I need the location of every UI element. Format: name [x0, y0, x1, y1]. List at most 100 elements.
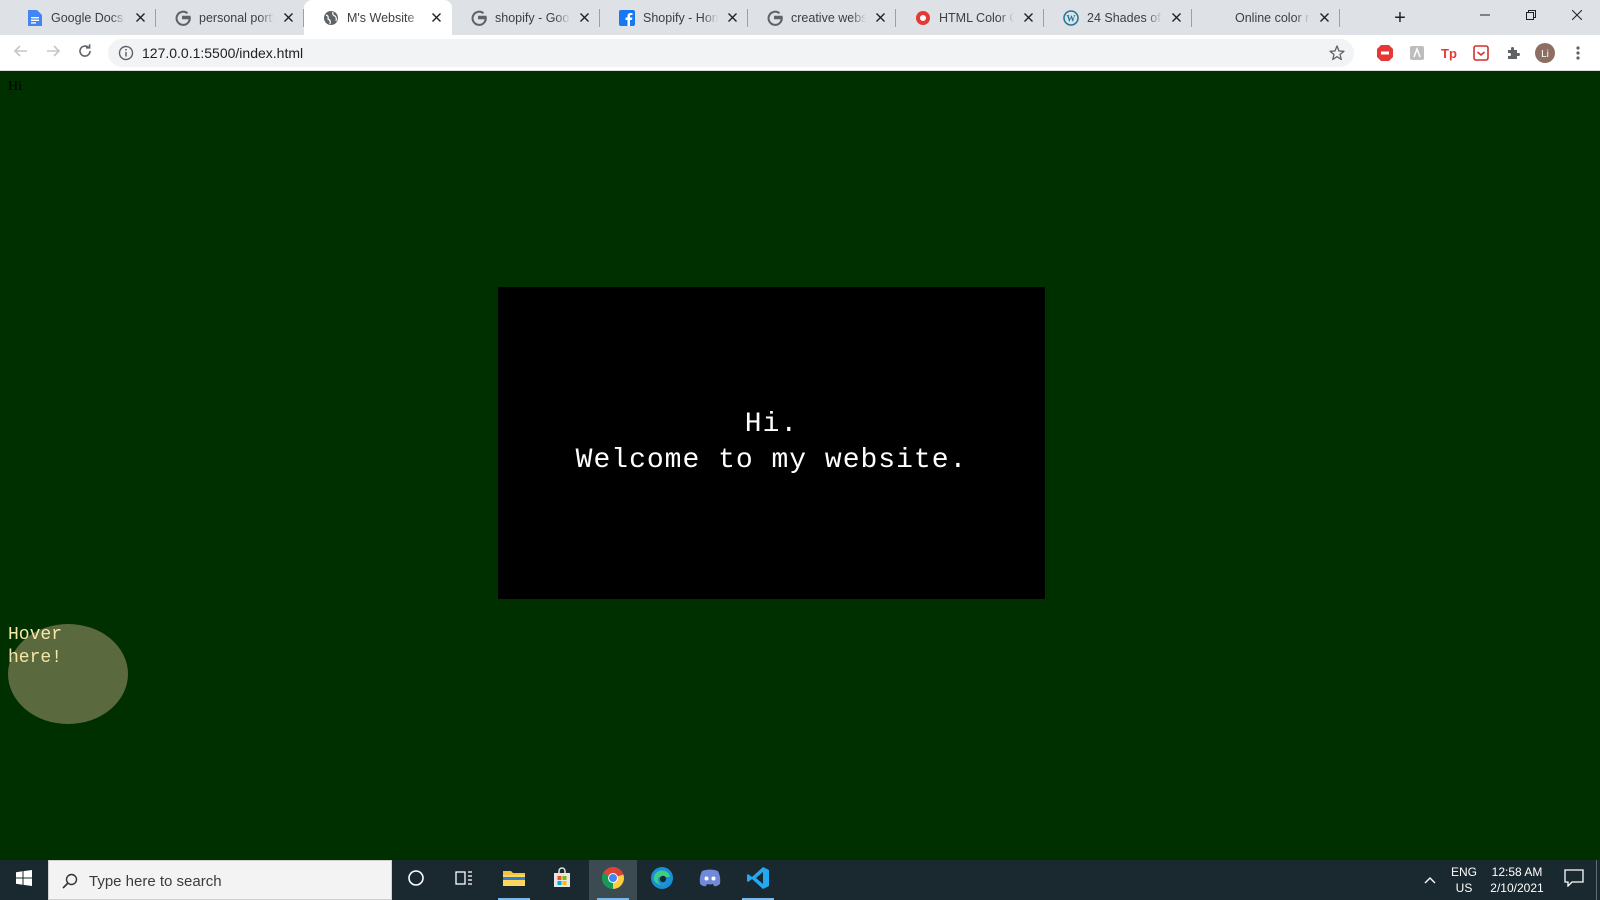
- tab-strip: Google Docs personal portfolio M's Website…: [0, 0, 1600, 35]
- facebook-icon: [619, 9, 635, 26]
- profile-avatar[interactable]: Li: [1535, 43, 1555, 63]
- taskbar-microsoft-store[interactable]: [538, 860, 586, 900]
- close-tab-icon[interactable]: [428, 10, 444, 26]
- google-docs-icon: [27, 9, 43, 26]
- pocket-extension-icon[interactable]: [1471, 43, 1491, 63]
- extensions-puzzle-icon[interactable]: [1503, 43, 1523, 63]
- back-arrow-icon: [13, 43, 29, 64]
- notification-icon: [1564, 868, 1584, 892]
- browser-tab[interactable]: M's Website: [304, 0, 452, 35]
- address-bar[interactable]: 127.0.0.1:5500/index.html: [108, 39, 1354, 67]
- keyboard-layout: US: [1455, 881, 1473, 895]
- tray-overflow-chevron[interactable]: [1420, 870, 1440, 890]
- browser-tab[interactable]: Shopify - Home: [600, 0, 748, 35]
- action-center-button[interactable]: [1554, 860, 1594, 900]
- tab-title: 24 Shades of Green: [1087, 10, 1162, 25]
- tab-title: Google Docs: [51, 10, 124, 25]
- cortana-circle-icon: [407, 869, 425, 892]
- back-button[interactable]: [8, 40, 34, 66]
- tp-extension-icon[interactable]: Tp: [1439, 43, 1459, 63]
- close-tab-icon[interactable]: [132, 10, 148, 26]
- vscode-icon: [746, 866, 770, 895]
- search-placeholder: Type here to search: [89, 873, 222, 890]
- taskbar-vscode[interactable]: [734, 860, 782, 900]
- close-window-button[interactable]: [1554, 0, 1600, 30]
- task-view-icon: [455, 869, 473, 892]
- tab-title: shopify - Google Search: [495, 10, 570, 25]
- new-tab-button[interactable]: +: [1388, 6, 1412, 30]
- minimize-button[interactable]: [1462, 0, 1508, 30]
- welcome-box: Hi. Welcome to my website.: [498, 287, 1045, 599]
- system-clock[interactable]: 12:58 AM 2/10/2021: [1484, 864, 1550, 896]
- extension-gray-icon[interactable]: [1407, 43, 1427, 63]
- browser-tab[interactable]: shopify - Google Search: [452, 0, 600, 35]
- profile-initial: Li: [1541, 49, 1549, 60]
- bookmark-star-icon[interactable]: [1328, 44, 1346, 62]
- cortana-button[interactable]: [392, 860, 440, 900]
- welcome-message: Welcome to my website.: [575, 445, 968, 476]
- tab-title: HTML Color Codes: [939, 10, 1014, 25]
- show-desktop-button[interactable]: [1596, 860, 1600, 900]
- browser-tab[interactable]: Online color mixer: [1192, 0, 1340, 35]
- close-tab-icon[interactable]: [576, 10, 592, 26]
- browser-tab[interactable]: Google Docs: [8, 0, 156, 35]
- search-icon: [61, 872, 79, 890]
- hover-label[interactable]: Hover here!: [8, 624, 78, 670]
- browser-tab[interactable]: HTML Color Codes: [896, 0, 1044, 35]
- folder-icon: [502, 868, 526, 893]
- globe-icon: [323, 10, 339, 26]
- close-tab-icon[interactable]: [1316, 10, 1332, 26]
- windows-logo-icon: [16, 869, 32, 891]
- close-tab-icon[interactable]: [280, 10, 296, 26]
- close-tab-icon[interactable]: [724, 10, 740, 26]
- language-indicator[interactable]: ENG US: [1446, 864, 1482, 896]
- google-icon: [471, 10, 487, 26]
- chrome-menu-icon[interactable]: [1568, 43, 1588, 63]
- browser-tab[interactable]: W 24 Shades of Green: [1044, 0, 1192, 35]
- info-icon[interactable]: [118, 45, 134, 61]
- forward-arrow-icon: [45, 43, 61, 64]
- reload-icon: [77, 43, 93, 64]
- tab-title: M's Website: [347, 10, 415, 25]
- google-icon: [175, 10, 191, 26]
- discord-icon: [698, 868, 722, 893]
- task-view-button[interactable]: [440, 860, 488, 900]
- svg-text:Tp: Tp: [1441, 46, 1457, 61]
- taskbar-discord[interactable]: [686, 860, 734, 900]
- tab-title: Shopify - Home: [643, 10, 718, 25]
- clock-time: 12:58 AM: [1491, 865, 1543, 879]
- taskbar-edge[interactable]: [638, 860, 686, 900]
- taskbar-chrome[interactable]: [589, 860, 637, 900]
- svg-text:W: W: [1067, 13, 1076, 23]
- google-icon: [767, 10, 783, 26]
- language-code: ENG: [1450, 865, 1477, 879]
- restore-button[interactable]: [1508, 0, 1554, 30]
- chrome-icon: [601, 866, 625, 895]
- welcome-greeting: Hi.: [744, 409, 799, 440]
- browser-toolbar: 127.0.0.1:5500/index.html Tp Li: [0, 35, 1600, 71]
- tab-title: creative website: [791, 10, 866, 25]
- taskbar-search-box[interactable]: Type here to search: [48, 860, 392, 900]
- tab-separator: [1339, 9, 1340, 27]
- corner-heading: Hi: [8, 79, 22, 94]
- url-text[interactable]: 127.0.0.1:5500/index.html: [142, 45, 303, 61]
- edge-icon: [650, 866, 674, 895]
- blank-icon: [1211, 10, 1227, 26]
- close-tab-icon[interactable]: [1168, 10, 1184, 26]
- page-viewport: Hi Hi. Welcome to my website. Hover here…: [0, 71, 1600, 860]
- html-color-codes-icon: [915, 10, 931, 26]
- close-tab-icon[interactable]: [1020, 10, 1036, 26]
- browser-tab[interactable]: personal portfolio: [156, 0, 304, 35]
- start-button[interactable]: [0, 860, 48, 900]
- browser-tab[interactable]: creative website: [748, 0, 896, 35]
- reload-button[interactable]: [72, 40, 98, 66]
- store-bag-icon: [551, 866, 573, 894]
- taskbar-file-explorer[interactable]: [490, 860, 538, 900]
- tab-title: personal portfolio: [199, 10, 274, 25]
- adblock-extension-icon[interactable]: [1375, 43, 1395, 63]
- clock-date: 2/10/2021: [1490, 881, 1544, 895]
- windows-taskbar: Type here to search ENG US 12:58 AM 2/10…: [0, 860, 1600, 900]
- wordpress-icon: W: [1063, 9, 1079, 26]
- forward-button[interactable]: [40, 40, 66, 66]
- close-tab-icon[interactable]: [872, 10, 888, 26]
